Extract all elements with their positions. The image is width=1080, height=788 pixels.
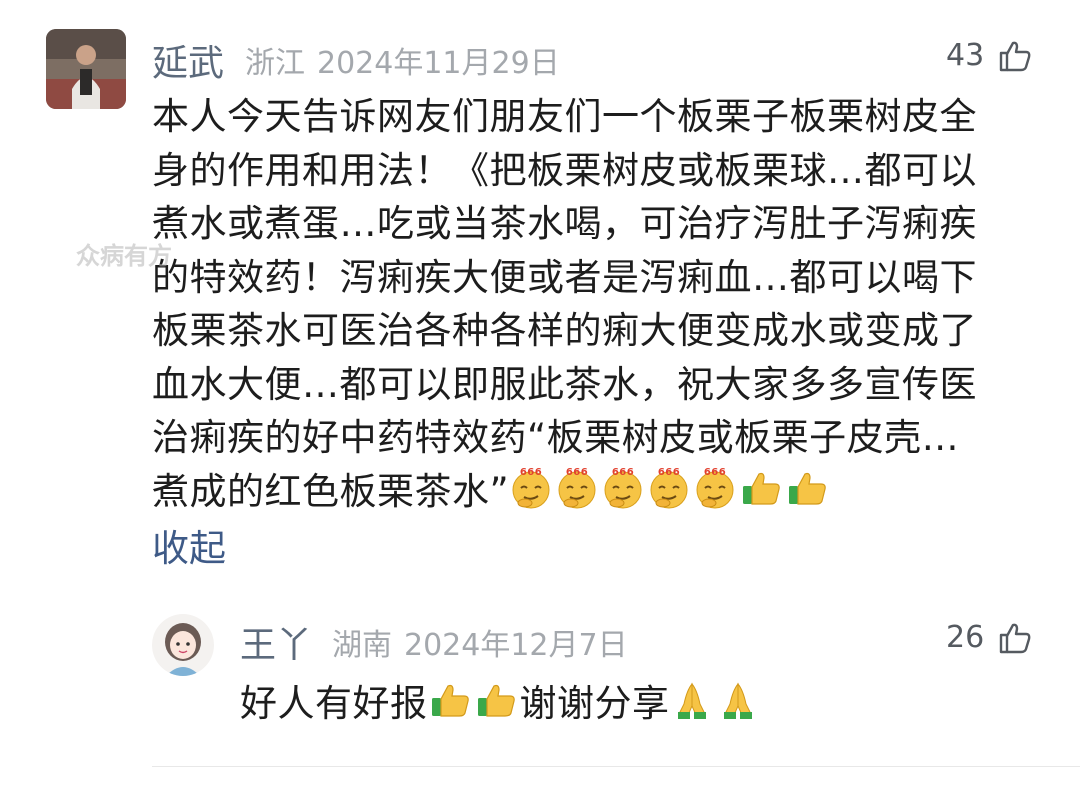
svg-text:666: 666 bbox=[658, 467, 680, 478]
praying-hands-emoji bbox=[723, 682, 752, 719]
comment-line: 本人今天告诉网友们朋友们一个板栗子板栗树皮全 bbox=[152, 95, 977, 138]
comment-line: 治痢疾的好中药特效药“板栗树皮或板栗子皮壳… bbox=[152, 416, 960, 459]
thumbs-up-emoji bbox=[431, 684, 469, 717]
thumbs-up-emoji bbox=[477, 684, 515, 717]
author-name[interactable]: 王丫 bbox=[240, 616, 312, 668]
comment-body: 本人今天告诉网友们朋友们一个板栗子板栗树皮全 身的作用和用法！《把板栗树皮或板栗… bbox=[152, 90, 1052, 518]
comment-thread: 延武 浙江 2024年11月29日 43 本人今天告诉网友们朋友们一个板栗子板栗树… bbox=[0, 0, 1080, 788]
divider bbox=[152, 766, 1080, 767]
watermark: 众病有方 bbox=[76, 242, 172, 270]
comment-line: 的特效药！泻痢疾大便或者是泻痢血…都可以喝下 bbox=[152, 255, 977, 299]
reply-body: 好人有好报 谢谢分享 bbox=[240, 673, 762, 727]
date: 2024年11月29日 bbox=[317, 46, 560, 81]
thumbs-up-emoji bbox=[789, 472, 826, 505]
comment-line-text: 煮成的红色板栗茶水” bbox=[152, 469, 510, 513]
like-count: 43 bbox=[946, 38, 985, 73]
666-emoji: 666 bbox=[604, 467, 642, 508]
like-button[interactable]: 26 bbox=[946, 620, 1032, 655]
comment-meta: 湖南 2024年12月7日 bbox=[332, 620, 640, 664]
666-emoji: 666 bbox=[696, 467, 734, 508]
comment-line: 身的作用和用法！《把板栗树皮或板栗球…都可以 bbox=[152, 148, 977, 192]
reply-text-part: 好人有好报 bbox=[240, 682, 428, 725]
emoji-row bbox=[670, 682, 762, 725]
reply-text-part: 谢谢分享 bbox=[519, 682, 670, 725]
comment-meta: 浙江 2024年11月29日 bbox=[245, 38, 572, 82]
svg-text:666: 666 bbox=[566, 467, 588, 478]
svg-text:666: 666 bbox=[520, 467, 542, 478]
praying-hands-emoji bbox=[677, 682, 706, 719]
666-emoji: 666 bbox=[558, 467, 596, 508]
avatar[interactable] bbox=[46, 29, 126, 109]
location: 湖南 bbox=[332, 628, 392, 663]
comment-line: 煮水或煮蛋…吃或当茶水喝，可治疗泻肚子泻痢疾 bbox=[152, 202, 977, 245]
comment-last-line: 煮成的红色板栗茶水” 666 666 666 666 666 bbox=[152, 465, 1052, 519]
svg-text:666: 666 bbox=[704, 467, 726, 478]
location: 浙江 bbox=[245, 46, 305, 81]
author-name[interactable]: 延武 bbox=[152, 34, 224, 86]
thumbs-up-outline-icon bbox=[999, 623, 1031, 653]
emoji-row: 666 666 666 666 666 bbox=[509, 467, 831, 513]
collapse-link[interactable]: 收起 bbox=[152, 518, 226, 572]
like-count: 26 bbox=[946, 620, 985, 655]
svg-text:666: 666 bbox=[612, 467, 634, 478]
like-button[interactable]: 43 bbox=[946, 38, 1032, 73]
comment-line: 血水大便…都可以即服此茶水，祝大家多多宣传医 bbox=[152, 362, 977, 406]
666-emoji: 666 bbox=[650, 467, 688, 508]
666-emoji: 666 bbox=[512, 467, 550, 508]
thumbs-up-outline-icon bbox=[999, 41, 1031, 71]
date: 2024年12月7日 bbox=[404, 628, 628, 663]
thumbs-up-emoji bbox=[743, 472, 780, 505]
emoji-row bbox=[428, 682, 520, 725]
comment-line: 板栗茶水可医治各种各样的痢大便变成水或变成了 bbox=[152, 309, 977, 352]
avatar[interactable] bbox=[152, 614, 214, 676]
